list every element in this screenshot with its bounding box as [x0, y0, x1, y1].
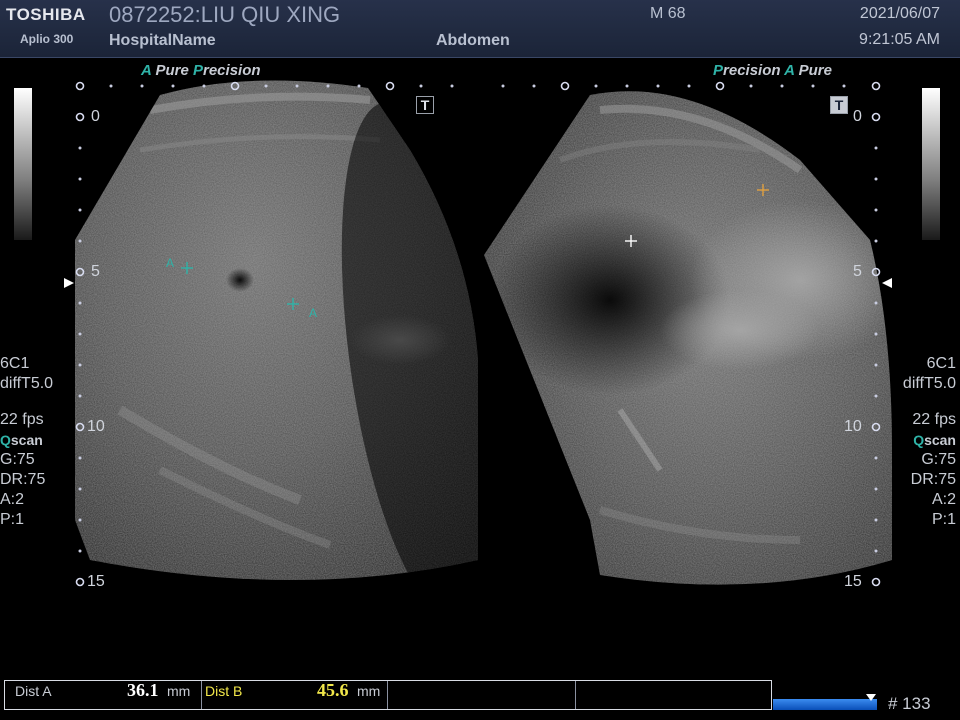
- dist-a-label: Dist A: [15, 683, 52, 699]
- qscan-rest-left: scan: [10, 432, 43, 448]
- gain-right: G:75: [921, 451, 956, 468]
- preset-p-left: P: [192, 62, 203, 79]
- dr-right: DR:75: [910, 471, 956, 488]
- qscan-rest-right: scan: [924, 432, 956, 448]
- grayscale-bar-right: [922, 88, 940, 240]
- caliper-label-a1: A: [166, 256, 175, 270]
- dist-b-unit: mm: [357, 683, 381, 699]
- orientation-marker-left[interactable]: T: [416, 96, 434, 114]
- qscan-left: Qscan: [0, 430, 53, 450]
- p-right: P:1: [931, 511, 956, 528]
- ultrasound-canvas: [64, 80, 892, 587]
- preset-pure-right: Pure: [798, 62, 832, 79]
- params-right: 6C1 diffT5.0 22 fps Qscan G:75 DR:75 A:2…: [903, 354, 956, 530]
- preset-a-right: A: [784, 62, 795, 79]
- a-right: A:2: [931, 491, 956, 508]
- focus-marker-right[interactable]: [882, 278, 892, 288]
- preset-right: Precision A Pure: [713, 62, 832, 79]
- measurement-slot-3[interactable]: [387, 681, 576, 709]
- depth-label-left-15: 15: [87, 573, 105, 590]
- preset-precision-right: recision: [723, 62, 781, 79]
- ultrasound-view[interactable]: [0, 0, 960, 720]
- depth-label-right-5: 5: [853, 263, 862, 280]
- filter-right: diffT5.0: [902, 375, 956, 392]
- orientation-marker-right[interactable]: T: [830, 96, 848, 114]
- probe-right: 6C1: [926, 355, 956, 372]
- qscan-q-right: Q: [913, 432, 925, 448]
- preset-p-right: P: [713, 62, 724, 79]
- qscan-right: Qscan: [903, 430, 956, 450]
- qscan-q-left: Q: [0, 432, 11, 448]
- depth-label-right-0: 0: [853, 108, 862, 125]
- left-sector-image: [75, 80, 478, 580]
- preset-precision-left: recision: [203, 62, 261, 79]
- depth-label-left-5: 5: [91, 263, 100, 280]
- dr-left: DR:75: [0, 471, 46, 488]
- depth-label-right-15: 15: [844, 573, 862, 590]
- measurement-dist-a[interactable]: Dist A 36.1 mm: [5, 680, 202, 709]
- frame-counter: # 133: [888, 694, 931, 713]
- dist-b-value: 45.6: [317, 680, 349, 700]
- preset-a-left: A: [141, 62, 152, 79]
- dist-a-unit: mm: [167, 683, 191, 699]
- cine-progress-bar[interactable]: [773, 699, 877, 710]
- measurement-dist-b[interactable]: Dist B 45.6 mm: [201, 680, 388, 709]
- gain-left: G:75: [0, 451, 35, 468]
- depth-label-right-10: 10: [844, 418, 862, 435]
- depth-label-left-10: 10: [87, 418, 105, 435]
- params-left: 6C1 diffT5.0 22 fps Qscan G:75 DR:75 A:2…: [0, 354, 53, 530]
- p-left: P:1: [0, 511, 25, 528]
- focus-marker-left[interactable]: [64, 278, 74, 288]
- fps-left: 22 fps: [0, 411, 44, 428]
- cine-position-marker[interactable]: [866, 694, 876, 701]
- measurement-slot-4[interactable]: [575, 681, 771, 709]
- dist-a-value: 36.1: [127, 680, 159, 700]
- right-sector-image: [484, 91, 892, 585]
- caliper-label-a2: A: [309, 306, 318, 320]
- depth-label-left-0: 0: [91, 108, 100, 125]
- preset-pure-left: Pure: [155, 62, 189, 79]
- a-left: A:2: [0, 491, 25, 508]
- dist-b-label: Dist B: [205, 683, 243, 699]
- filter-left: diffT5.0: [0, 375, 54, 392]
- probe-left: 6C1: [0, 355, 30, 372]
- grayscale-bar-left: [14, 88, 32, 240]
- measurement-results: Dist A 36.1 mm Dist B 45.6 mm: [4, 680, 772, 710]
- fps-right: 22 fps: [912, 411, 956, 428]
- preset-left: A Pure Precision: [141, 62, 261, 79]
